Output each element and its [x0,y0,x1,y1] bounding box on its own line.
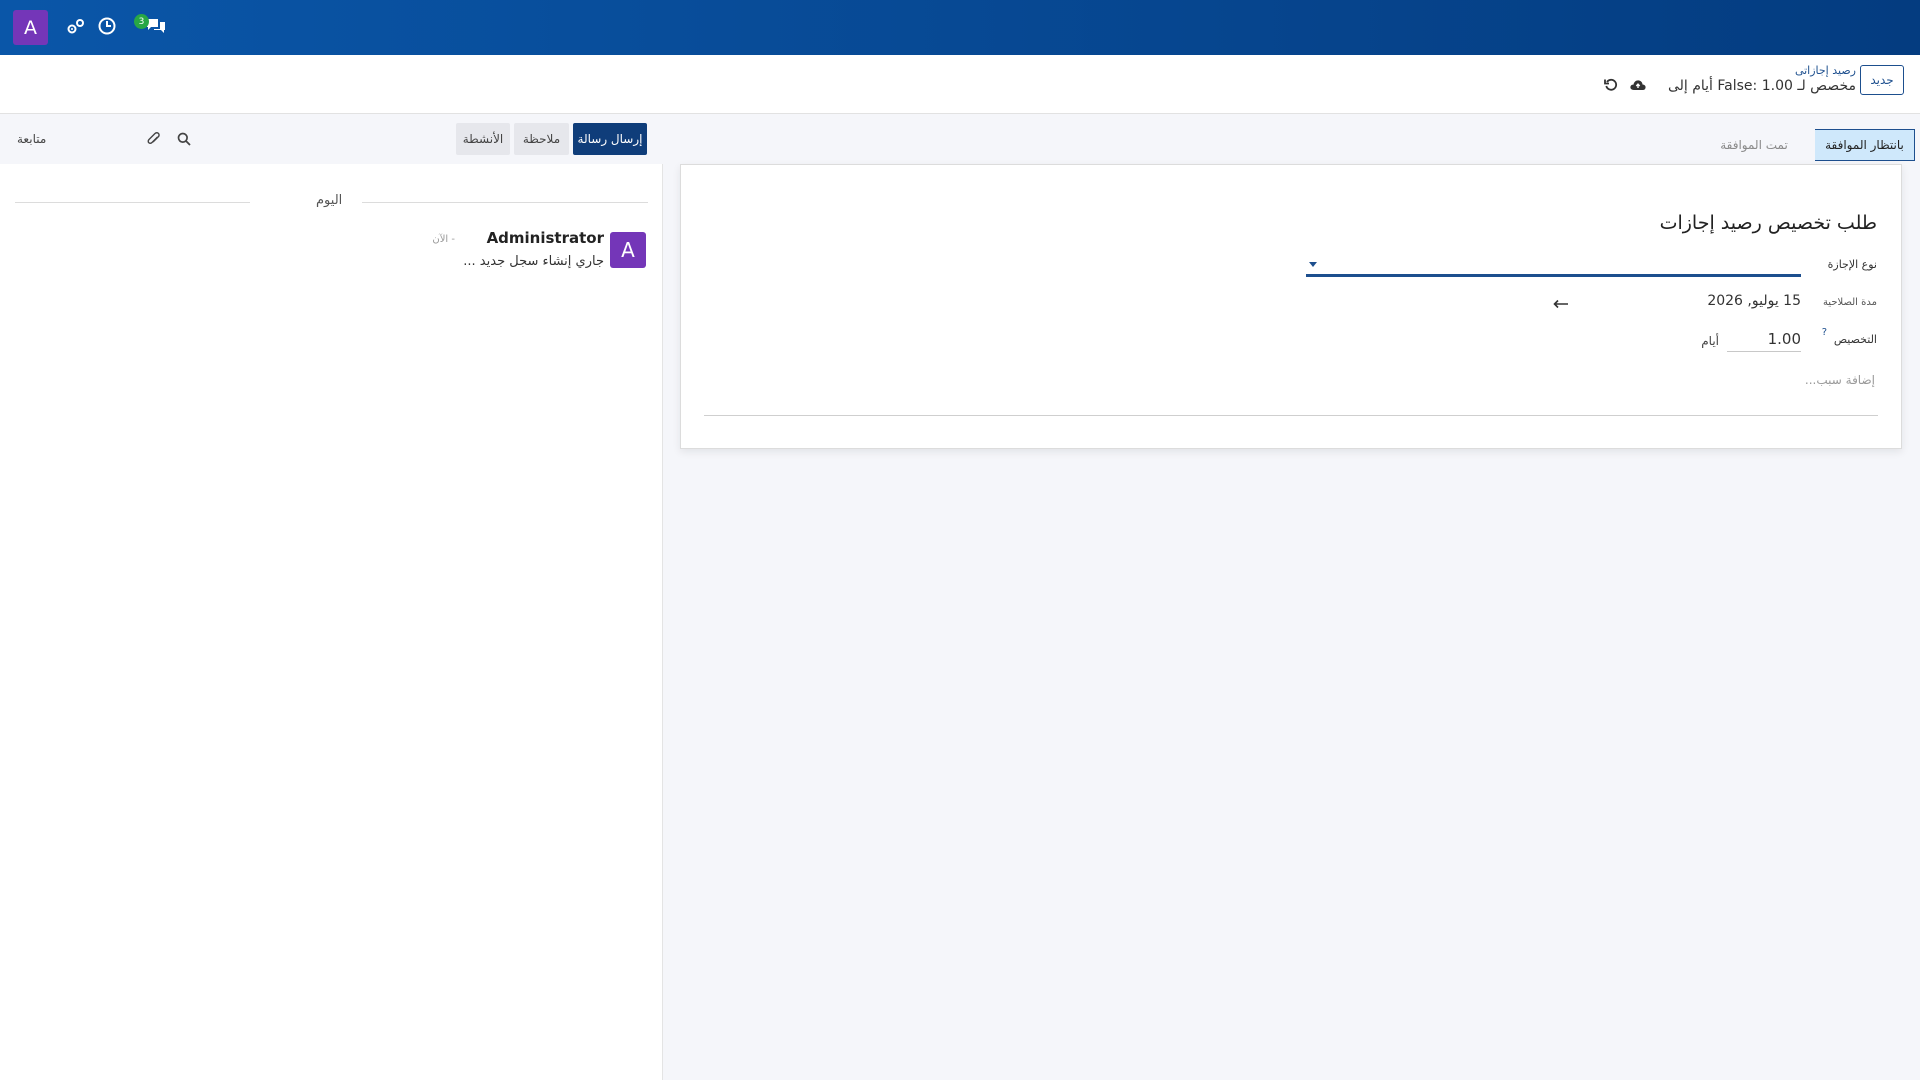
stage-approved[interactable]: تمت الموافقة [1709,129,1799,161]
new-button[interactable]: جديد [1860,65,1904,95]
form-title: طلب تخصيص رصيد إجازات [1659,212,1877,234]
divider [704,415,1878,416]
allocation-unit: أيام [1701,334,1719,348]
allocation-input[interactable]: 1.00 [1727,328,1801,352]
clock-icon[interactable] [96,15,118,37]
today-separator: اليوم [316,193,343,208]
breadcrumb-current: مخصص لـ False: 1.00 أيام إلى [1667,78,1856,94]
chatter-topbar: إرسال رسالة ملاحظة الأنشطة متابعة [0,114,663,164]
message-time: - الآن [432,234,455,245]
validity-label: مدة الصلاحية [1822,297,1877,308]
arrow-left-icon [1553,299,1568,309]
activity-icon[interactable] [65,15,87,37]
validity-start-date[interactable]: 15 يوليو, 2026 [1707,293,1801,309]
search-icon[interactable] [175,130,193,148]
breadcrumb-parent-link[interactable]: رصيد إجازاتى [1795,64,1856,77]
author-avatar[interactable]: A [610,232,646,268]
chatter-panel: إرسال رسالة ملاحظة الأنشطة متابعة اليوم … [0,114,663,1080]
user-avatar[interactable]: A [13,10,48,45]
form-view: بانتظار الموافقة تمت الموافقة طلب تخصيص … [663,114,1920,1080]
control-panel: جديد رصيد إجازاتى مخصص لـ False: 1.00 أي… [0,55,1920,114]
reason-input[interactable]: إضافة سبب... [1805,373,1875,387]
send-message-button[interactable]: إرسال رسالة [573,123,647,155]
message-author[interactable]: Administrator [487,229,604,247]
divider [362,202,648,203]
follow-button[interactable]: متابعة [17,132,46,146]
message-body: جاري إنشاء سجل جديد ... [463,254,604,269]
paperclip-icon[interactable] [145,130,163,148]
divider [15,202,250,203]
leave-type-label: نوع الإجازة [1827,258,1877,271]
save-cloud-icon[interactable] [1629,76,1647,94]
discard-undo-icon[interactable] [1602,76,1620,94]
top-navbar: A 3 [0,0,1920,55]
status-bar: بانتظار الموافقة تمت الموافقة [1331,121,1915,161]
log-note-button[interactable]: ملاحظة [514,123,569,155]
activities-button[interactable]: الأنشطة [456,123,510,155]
help-tooltip-icon[interactable]: ? [1822,327,1827,338]
stage-to-approve[interactable]: بانتظار الموافقة [1815,129,1915,161]
allocation-label: التخصيص [1833,333,1877,346]
leave-type-select[interactable] [1306,274,1801,277]
messages-badge: 3 [134,14,149,29]
caret-down-icon[interactable] [1309,262,1317,267]
form-sheet: طلب تخصيص رصيد إجازات نوع الإجازة مدة ال… [680,164,1902,449]
